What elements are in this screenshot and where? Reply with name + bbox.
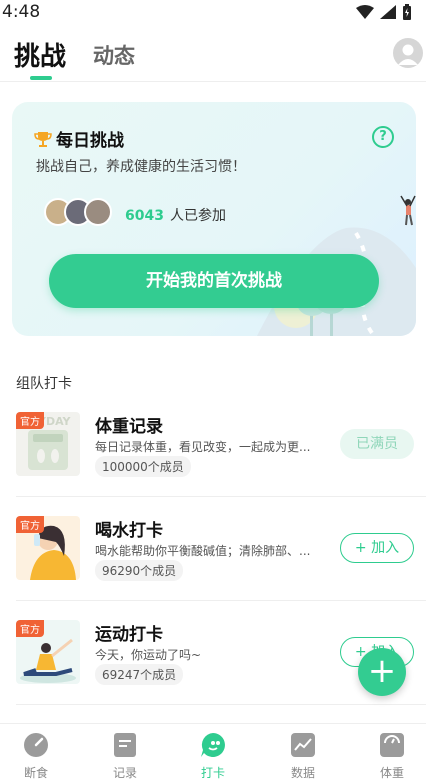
group-description: 每日记录体重，看见改变，一起成为更... xyxy=(95,440,311,454)
official-badge: 官方 xyxy=(16,620,44,637)
status-icons xyxy=(356,4,412,20)
group-thumbnail: 官方 xyxy=(16,516,80,580)
status-bar: 4:48 xyxy=(0,0,426,26)
group-title: 运动打卡 xyxy=(95,625,163,645)
nav-label: 断食 xyxy=(23,766,48,780)
group-thumbnail: YDAY 官方 xyxy=(16,412,80,476)
group-member-count: 100000个成员 xyxy=(95,456,191,477)
notes-icon xyxy=(114,733,136,757)
chat-icon xyxy=(201,733,225,757)
help-icon[interactable]: ? xyxy=(372,126,394,148)
divider xyxy=(16,496,426,497)
scale-icon xyxy=(380,733,404,757)
user-avatar[interactable] xyxy=(393,38,423,68)
daily-challenge-subtitle: 挑战自己，养成健康的生活习惯！ xyxy=(36,159,246,175)
gauge-icon xyxy=(24,733,48,757)
start-challenge-button[interactable]: 开始我的首次挑战 xyxy=(49,254,379,308)
divider xyxy=(16,600,426,601)
section-title-team-checkin: 组队打卡 xyxy=(16,376,72,392)
nav-item-records[interactable]: 记录 xyxy=(95,732,155,781)
chart-icon xyxy=(291,733,315,757)
nav-label: 体重 xyxy=(379,766,404,780)
group-item-weight[interactable]: YDAY 官方 体重记录 每日记录体重，看见改变，一起成为更... 100000… xyxy=(16,412,414,502)
daily-challenge-title: 每日挑战 xyxy=(34,126,124,151)
daily-challenge-card: 每日挑战 ? 挑战自己，养成健康的生活习惯！ 6043 人已参加 开始我的首次挑战 xyxy=(12,102,416,336)
status-time: 4:48 xyxy=(2,2,41,22)
nav-item-weight[interactable]: 体重 xyxy=(362,732,422,781)
plus-icon: + xyxy=(367,651,397,691)
group-title: 喝水打卡 xyxy=(95,521,163,541)
nav-label: 数据 xyxy=(290,766,315,780)
participant-avatars xyxy=(44,198,120,230)
tab-feed[interactable]: 动态 xyxy=(93,40,135,70)
user-icon xyxy=(398,44,418,65)
group-title: 体重记录 xyxy=(95,417,163,437)
official-badge: 官方 xyxy=(16,516,44,533)
group-item-exercise[interactable]: 官方 运动打卡 今天，你运动了吗~ 69247个成员 + 加入 xyxy=(16,620,414,710)
group-description: 今天，你运动了吗~ xyxy=(95,648,202,662)
join-group-button[interactable]: + 加入 xyxy=(340,533,414,563)
official-badge: 官方 xyxy=(16,412,44,429)
group-thumbnail: 官方 xyxy=(16,620,80,684)
nav-label: 记录 xyxy=(112,766,137,780)
signal-icon xyxy=(380,5,396,19)
group-full-button: 已满员 xyxy=(340,429,414,459)
top-tab-bar: 挑战 动态 xyxy=(0,26,426,82)
participant-count-number: 6043 xyxy=(125,208,164,224)
daily-challenge-title-text: 每日挑战 xyxy=(56,131,124,151)
participant-count: 6043 人已参加 xyxy=(125,205,226,225)
nav-label: 打卡 xyxy=(200,766,225,780)
wifi-icon xyxy=(356,5,374,19)
nav-item-data[interactable]: 数据 xyxy=(273,732,333,781)
trophy-icon xyxy=(34,131,52,147)
nav-item-checkin[interactable]: 打卡 xyxy=(183,732,243,781)
add-fab-button[interactable]: + xyxy=(358,648,406,696)
group-member-count: 96290个成员 xyxy=(95,560,184,581)
group-item-water[interactable]: 官方 喝水打卡 喝水能帮助你平衡酸碱值；清除肺部、... 96290个成员 + … xyxy=(16,516,414,606)
bottom-nav: 断食 记录 打卡 数据 体重 xyxy=(0,723,426,783)
group-member-count: 69247个成员 xyxy=(95,664,184,685)
divider xyxy=(16,704,426,705)
nav-item-fasting[interactable]: 断食 xyxy=(6,732,66,781)
group-description: 喝水能帮助你平衡酸碱值；清除肺部、... xyxy=(95,544,311,558)
battery-icon xyxy=(403,4,411,20)
tab-challenge[interactable]: 挑战 xyxy=(14,36,66,73)
participant-avatar xyxy=(84,198,112,226)
tab-active-indicator xyxy=(30,76,52,80)
mountain-illustration xyxy=(257,195,416,336)
participant-count-suffix: 人已参加 xyxy=(169,208,226,224)
